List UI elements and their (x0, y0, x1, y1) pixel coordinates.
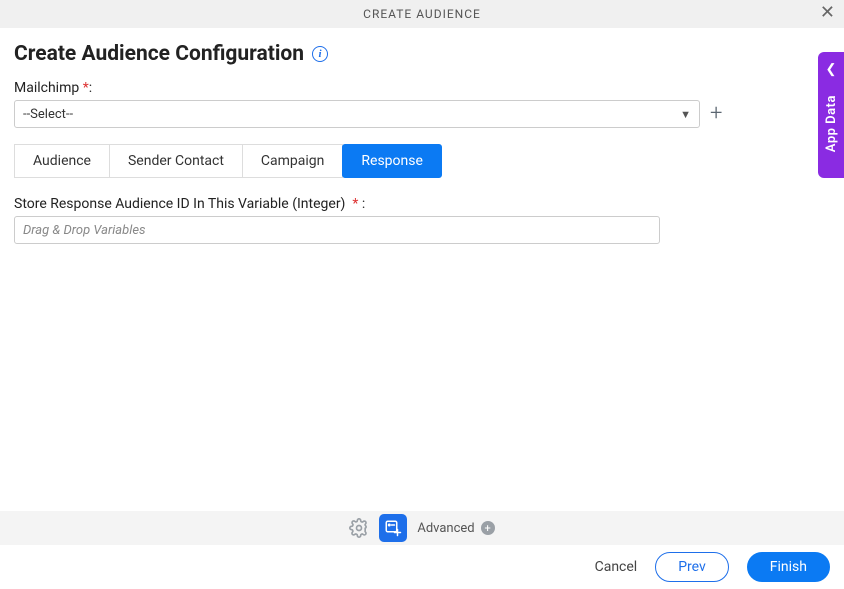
dialog-footer: Cancel Prev Finish (0, 545, 844, 589)
dialog-title: CREATE AUDIENCE (363, 7, 481, 21)
response-variable-input[interactable]: Drag & Drop Variables (14, 216, 660, 244)
finish-button[interactable]: Finish (747, 552, 830, 582)
response-variable-label-text: Store Response Audience ID In This Varia… (14, 196, 345, 212)
tab-campaign[interactable]: Campaign (242, 144, 343, 178)
tab-audience[interactable]: Audience (14, 144, 110, 178)
mailchimp-label: Mailchimp *: (14, 80, 830, 96)
tab-response[interactable]: Response (342, 144, 442, 178)
chevron-left-icon: ❮ (826, 62, 837, 77)
gear-icon[interactable] (349, 518, 369, 538)
response-variable-placeholder: Drag & Drop Variables (23, 223, 146, 238)
app-data-label: App Data (824, 95, 839, 152)
page-title: Create Audience Configuration i (14, 42, 830, 66)
required-asterisk: * (349, 196, 359, 212)
tab-sender-contact[interactable]: Sender Contact (109, 144, 243, 178)
plus-circle-icon: + (481, 521, 495, 535)
mailchimp-row: --Select-- ▼ + (14, 100, 830, 128)
app-data-panel-toggle[interactable]: ❮ App Data (818, 52, 844, 178)
config-tabs: Audience Sender Contact Campaign Respons… (14, 144, 830, 178)
cancel-button[interactable]: Cancel (595, 559, 638, 575)
close-icon[interactable]: ✕ (820, 4, 836, 22)
mailchimp-select-value: --Select-- (23, 107, 73, 122)
add-mailchimp-button[interactable]: + (710, 103, 722, 125)
bottom-toolbar: Advanced + (0, 511, 844, 545)
layout-icon[interactable] (379, 514, 407, 542)
advanced-toggle[interactable]: Advanced + (417, 521, 494, 536)
mailchimp-select[interactable]: --Select-- ▼ (14, 100, 700, 128)
dialog-body: Create Audience Configuration i Mailchim… (0, 28, 844, 244)
prev-button[interactable]: Prev (655, 552, 729, 582)
dialog-header: CREATE AUDIENCE ✕ (0, 0, 844, 28)
response-variable-label: Store Response Audience ID In This Varia… (14, 196, 830, 212)
info-icon[interactable]: i (312, 46, 328, 62)
chevron-down-icon: ▼ (680, 108, 691, 121)
mailchimp-label-text: Mailchimp (14, 80, 79, 96)
page-title-text: Create Audience Configuration (14, 42, 304, 66)
advanced-label: Advanced (417, 521, 474, 536)
